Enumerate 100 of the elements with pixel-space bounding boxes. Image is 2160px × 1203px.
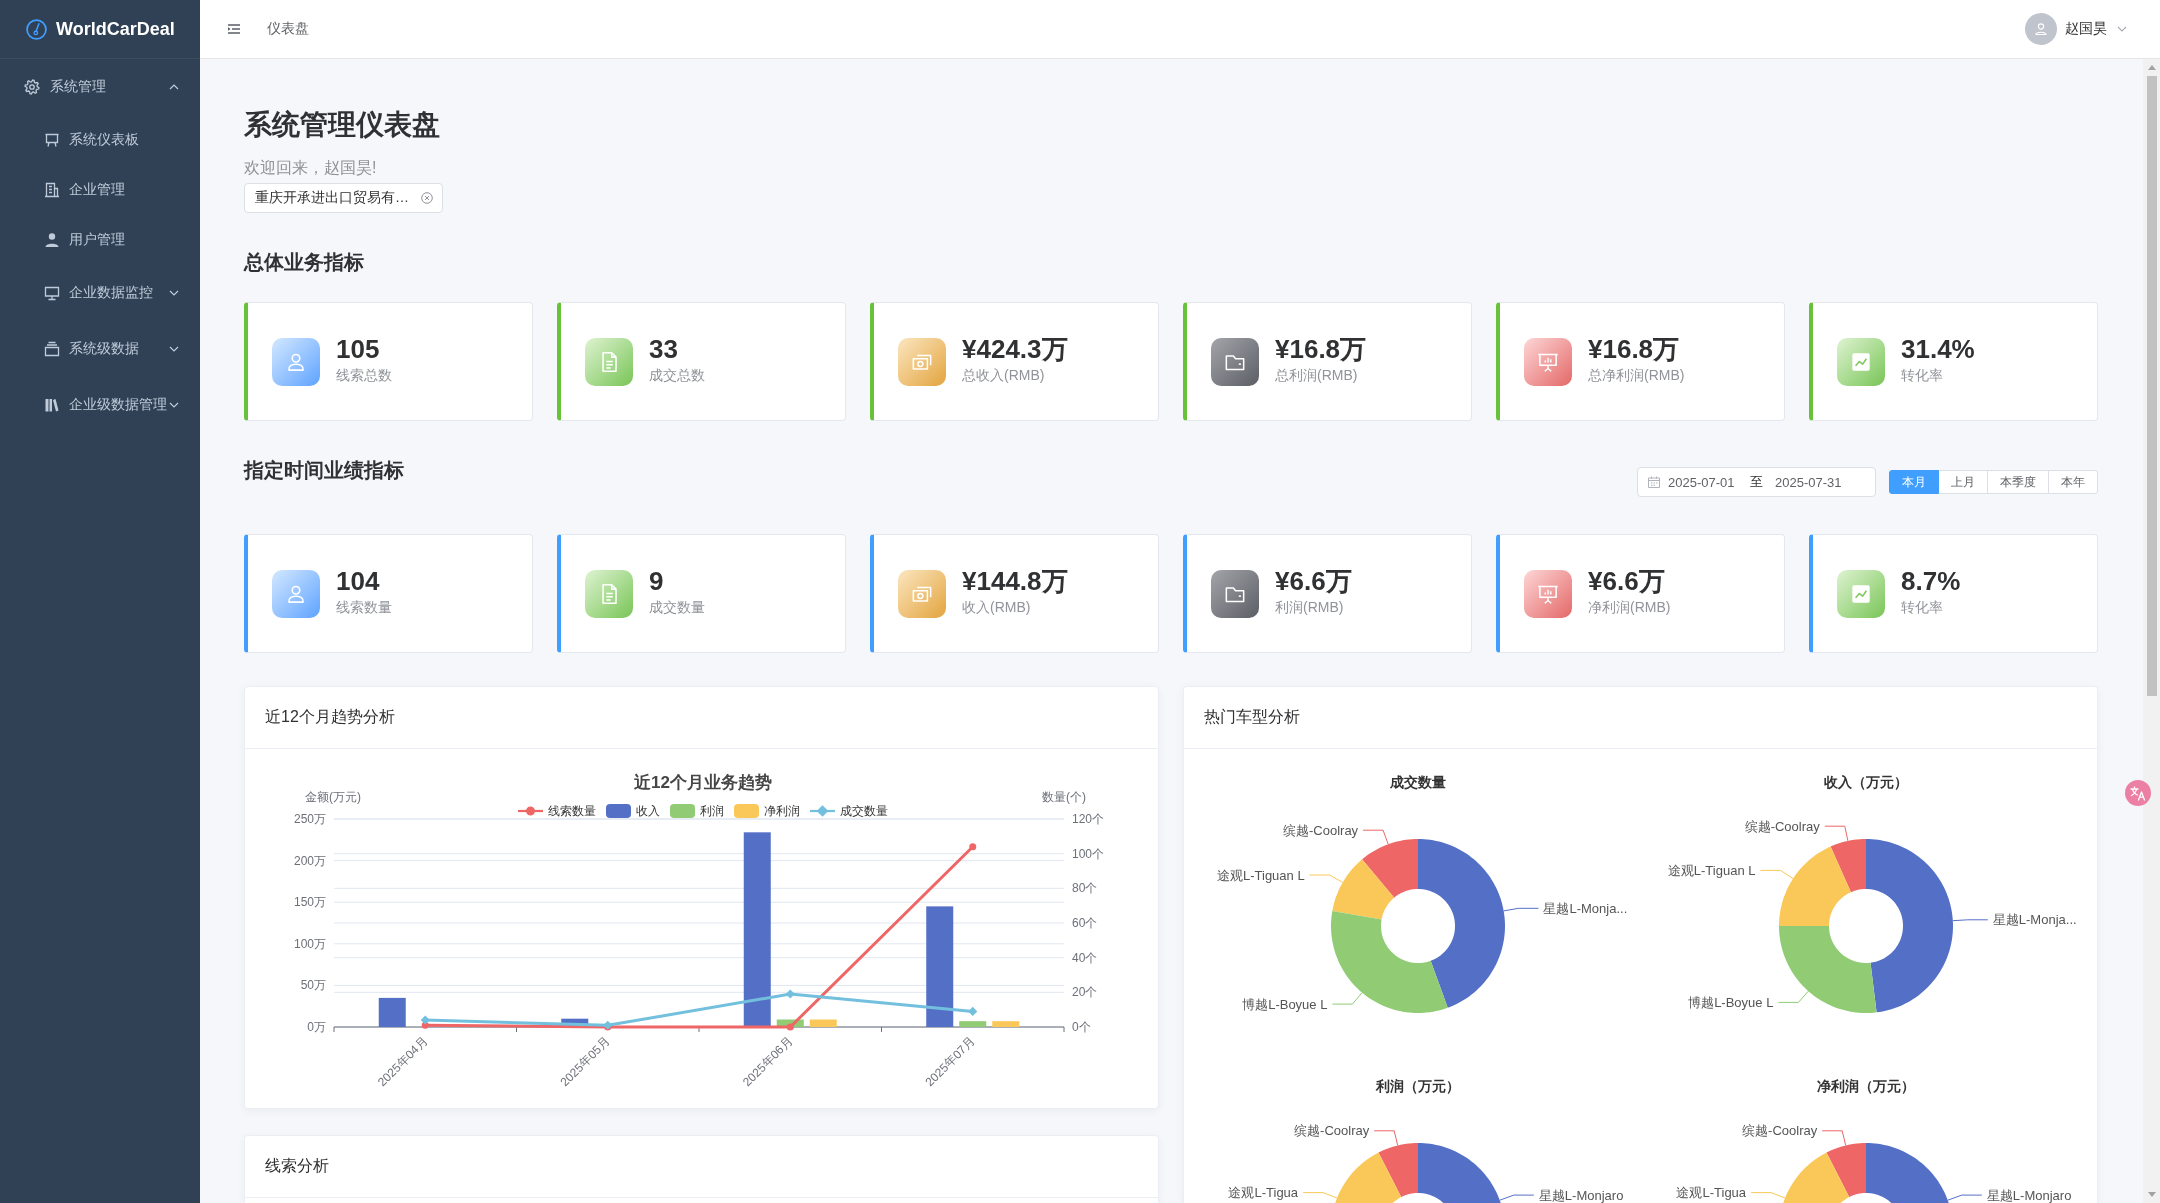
metric-value: 31.4% xyxy=(1901,334,1975,364)
metric-label: 总利润(RMB) xyxy=(1275,366,1358,384)
metric-label: 成交数量 xyxy=(649,598,705,616)
slice-label: 途观L-Tigua xyxy=(1676,1185,1747,1201)
leader-line xyxy=(1750,1192,1786,1199)
start-date-input[interactable]: 2025-07-01 xyxy=(1668,473,1740,491)
cash-icon xyxy=(898,337,946,386)
breadcrumb-item: 仪表盘 xyxy=(267,20,309,38)
metric-label: 线索数量 xyxy=(336,598,392,616)
metric-value: ¥16.8万 xyxy=(1588,334,1680,364)
company-name: 重庆开承进出口贸易有… xyxy=(255,189,409,207)
end-date-input[interactable]: 2025-07-31 xyxy=(1775,473,1847,491)
submenu-title[interactable]: 系统级数据 xyxy=(0,321,200,377)
scroll-up-icon[interactable] xyxy=(2147,65,2156,70)
metric-label: 转化率 xyxy=(1901,598,1943,616)
slice-label: 博越L-Boyue L xyxy=(1242,996,1328,1012)
metric-value: ¥16.8万 xyxy=(1275,334,1367,364)
metric-value: 104 xyxy=(336,566,380,596)
welcome-text: 欢迎回来，赵国昊! xyxy=(244,158,378,178)
scrollbar-thumb[interactable] xyxy=(2146,76,2157,696)
gear-icon xyxy=(24,79,40,95)
section-title: 指定时间业绩指标 xyxy=(244,458,404,483)
legend-line-icon[interactable] xyxy=(518,806,543,816)
axis-tick-label: 100个 xyxy=(1072,846,1105,861)
legend-label: 线索数量 xyxy=(548,804,596,818)
slice-label: 星越L-Monja... xyxy=(1992,912,2077,928)
user-icon xyxy=(44,232,60,248)
avatar-icon[interactable] xyxy=(2025,13,2057,45)
chart-title: 成交数量 xyxy=(1390,774,1446,790)
axis-tick-label: 0万 xyxy=(307,1020,326,1034)
building-icon xyxy=(44,182,60,198)
user-icon xyxy=(272,569,320,618)
app-logo-text: WorldCarDeal xyxy=(56,18,175,40)
caret-down-icon[interactable] xyxy=(2117,26,2127,32)
leader-line xyxy=(1499,1194,1535,1201)
user-name[interactable]: 赵国昊 xyxy=(2065,20,2107,38)
metric-value: 33 xyxy=(649,334,678,364)
wallet-icon xyxy=(1211,569,1259,618)
slice-label: 途观L-Tiguan L xyxy=(1217,867,1305,883)
legend-label: 收入 xyxy=(636,804,660,818)
chart-title: 收入（万元） xyxy=(1824,774,1908,790)
legend-swatch-icon[interactable] xyxy=(606,804,631,818)
chart-title: 净利润（万元） xyxy=(1817,1078,1915,1094)
section-title: 总体业务指标 xyxy=(244,250,365,275)
chart-title: 近12个月业务趋势 xyxy=(634,772,772,792)
slice-label: 博越L-Boyue L xyxy=(1688,994,1774,1010)
date-range-picker[interactable]: 2025-07-01 至 2025-07-31 xyxy=(1637,467,1876,497)
page-title: 系统管理仪表盘 xyxy=(244,108,441,142)
presentation-chart-icon xyxy=(1524,569,1572,618)
range-separator: 至 xyxy=(1750,473,1763,491)
range-button[interactable]: 本季度 xyxy=(1987,470,2049,494)
menu-item[interactable]: 企业管理 xyxy=(0,165,200,215)
legend-label: 利润 xyxy=(700,804,724,818)
chart-title: 利润（万元） xyxy=(1376,1078,1460,1094)
metric-label: 成交总数 xyxy=(649,366,705,384)
scroll-down-icon[interactable] xyxy=(2147,1192,2156,1197)
axis-tick-label: 60个 xyxy=(1072,916,1098,930)
submenu-title[interactable]: 企业级数据管理 xyxy=(0,377,200,433)
submenu-title[interactable]: 企业数据监控 xyxy=(0,265,200,321)
metric-label: 总净利润(RMB) xyxy=(1588,366,1685,384)
monitor-icon xyxy=(44,285,60,301)
leader-line xyxy=(1947,1194,1983,1201)
presentation-chart-icon xyxy=(1524,337,1572,386)
slice-label: 缤越-Coolray xyxy=(1283,822,1359,838)
menu-item[interactable]: 用户管理 xyxy=(0,215,200,265)
legend-swatch-icon[interactable] xyxy=(734,804,759,818)
slice-label: 途观L-Tigua xyxy=(1228,1185,1299,1201)
leader-line xyxy=(1362,829,1389,845)
axis-tick-label: 200万 xyxy=(293,853,326,868)
axis-tick-label: 50万 xyxy=(300,978,326,993)
slice-label: 缤越-Coolray xyxy=(1294,1123,1370,1139)
leader-line xyxy=(1373,1130,1399,1146)
legend-line-icon[interactable] xyxy=(810,805,835,817)
metric-value: ¥6.6万 xyxy=(1588,566,1665,596)
legend-swatch-icon[interactable] xyxy=(670,804,695,818)
card-title: 热门车型分析 xyxy=(1204,707,1300,727)
metric-label: 线索总数 xyxy=(336,366,392,384)
metric-value: ¥144.8万 xyxy=(962,566,1068,596)
metric-label: 净利润(RMB) xyxy=(1588,598,1671,616)
calendar-icon xyxy=(1648,476,1660,488)
menu-item[interactable]: 系统仪表板 xyxy=(0,115,200,165)
range-button[interactable]: 上月 xyxy=(1938,470,1988,494)
leader-line xyxy=(1503,907,1539,912)
axis-title: 金额(万元) xyxy=(305,790,361,804)
axis-tick-label: 80个 xyxy=(1072,881,1098,896)
leader-line xyxy=(1331,992,1363,1005)
close-icon[interactable] xyxy=(421,192,433,204)
slice-label: 缤越-Coolray xyxy=(1744,818,1820,834)
metric-value: ¥6.6万 xyxy=(1275,566,1352,596)
trend-chart-icon xyxy=(1837,337,1885,386)
scrollbar-track[interactable] xyxy=(2143,59,2160,1203)
legend-label: 成交数量 xyxy=(840,804,888,818)
slice-label: 星越L-Monjaro xyxy=(1538,1187,1624,1203)
books-icon xyxy=(44,397,60,413)
metric-label: 收入(RMB) xyxy=(962,598,1031,616)
trend-chart-icon xyxy=(1837,569,1885,618)
submenu-title[interactable]: 系统管理 xyxy=(0,59,200,115)
range-button[interactable]: 本年 xyxy=(2048,470,2098,494)
slice-label: 星越L-Monja... xyxy=(1543,900,1628,916)
menu-icon[interactable] xyxy=(228,24,240,34)
